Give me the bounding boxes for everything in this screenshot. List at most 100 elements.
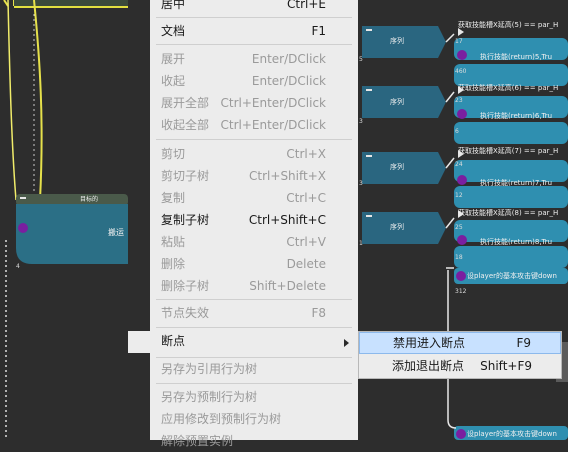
menu-item-cut-subtree[interactable]: 剪切子树 Ctrl+Shift+X — [150, 165, 358, 187]
top-node-fragment — [14, 0, 128, 7]
menu-item-label: 居中 — [161, 0, 186, 11]
context-menu: 居中 Ctrl+E 文档 F1 展开 Enter/DClick 收起 Enter… — [150, 0, 358, 448]
menu-item-label: 删除子树 — [161, 279, 210, 293]
menu-separator — [156, 139, 352, 140]
menu-item-expand[interactable]: 展开 Enter/DClick — [150, 48, 358, 70]
menu-item-label: 禁用进入断点 — [393, 336, 466, 350]
submenu-arrow-icon — [344, 339, 349, 347]
connector-line — [7, 0, 17, 201]
sequence-label: 序列 — [390, 37, 404, 45]
menu-item-save-as-prefab[interactable]: 另存为预制行为树 — [150, 386, 358, 408]
menu-item-collapse-all[interactable]: 收起全部 Ctrl+Enter/DClick — [150, 114, 358, 136]
left-node-num: 4 — [16, 263, 20, 270]
menu-item-collapse[interactable]: 收起 Enter/DClick — [150, 70, 358, 92]
condition-text: 获取技能槽X延高(8) == par_H — [458, 209, 559, 217]
menu-item-copy[interactable]: 复制 Ctrl+C — [150, 187, 358, 209]
menu-item-delete-subtree[interactable]: 删除子树 Shift+Delete — [150, 275, 358, 297]
menu-item-disable-node[interactable]: 节点失效 F8 — [150, 302, 358, 324]
menu-item-label: 剪切 — [161, 147, 186, 161]
menu-item-label: 解除预置实例 — [161, 434, 234, 448]
menu-item-expand-all[interactable]: 展开全部 Ctrl+Enter/DClick — [150, 92, 358, 114]
node-num: 460 — [455, 68, 467, 75]
menu-item-shortcut: Ctrl+Shift+C — [248, 213, 326, 227]
node-num: 25 — [455, 224, 463, 231]
sequence-label: 序列 — [390, 98, 404, 106]
menu-separator — [156, 299, 352, 300]
node-num: 24 — [455, 161, 463, 168]
menu-item-label: 另存为预制行为树 — [161, 390, 258, 404]
menu-item-shortcut: Ctrl+Enter/DClick — [220, 118, 327, 132]
node-num: 17 — [455, 38, 463, 45]
condition-text: 获取技能槽X延高(5) == par_H — [458, 21, 559, 29]
menu-separator — [156, 327, 352, 328]
menu-item-label: 另存为引用行为树 — [161, 362, 258, 376]
menu-item-label: 收起 — [161, 74, 186, 88]
node-num: 23 — [455, 97, 463, 104]
node-num: 6 — [455, 128, 459, 135]
left-node-header: 目标的 — [80, 196, 99, 203]
action-text: 执行技能(return)5,Tru — [480, 53, 553, 61]
condition-text: 获取技能槽X延高(6) == par_H — [458, 84, 559, 92]
menu-item-label: 复制子树 — [161, 213, 210, 227]
node-num: 18 — [455, 254, 463, 261]
node-num: 12 — [455, 192, 463, 199]
sequence-label: 序列 — [390, 163, 404, 171]
menu-item-label: 收起全部 — [161, 118, 210, 132]
menu-item-save-as-reference[interactable]: 另存为引用行为树 — [150, 358, 358, 380]
menu-item-shortcut: Ctrl+X — [286, 147, 326, 161]
left-node-text: 搬运 — [108, 228, 124, 237]
seq-num: 1 — [359, 240, 363, 247]
player-node-text: 设player的基本攻击键down — [467, 272, 557, 280]
menu-item-copy-subtree[interactable]: 复制子树 Ctrl+Shift+C — [150, 209, 358, 231]
menu-item-label: 复制 — [161, 191, 186, 205]
seq-num: 5 — [359, 56, 363, 63]
breakpoint-dot — [18, 223, 28, 233]
breakpoint-submenu: 禁用进入断点 F9 添加退出断点 Shift+F9 — [358, 331, 562, 379]
menu-item-shortcut: Enter/DClick — [251, 74, 326, 88]
menu-item-label: 文档 — [161, 24, 186, 38]
menu-item-apply-to-prefab[interactable]: 应用修改到预制行为树 — [150, 408, 358, 430]
menu-item-paste[interactable]: 粘贴 Ctrl+V — [150, 231, 358, 253]
menu-item-shortcut: F9 — [516, 336, 531, 350]
menu-item-delete[interactable]: 删除 Delete — [150, 253, 358, 275]
menu-item-label: 展开全部 — [161, 96, 210, 110]
connector-line — [3, 0, 15, 7]
menu-item-shortcut: Enter/DClick — [251, 52, 326, 66]
menu-item-shortcut: F8 — [311, 306, 326, 320]
menu-item-shortcut: F1 — [311, 24, 326, 38]
node-num: 312 — [455, 288, 467, 295]
menu-item-break-prefab[interactable]: 解除预置实例 — [150, 430, 358, 452]
menu-item-label: 断点 — [161, 334, 186, 348]
menu-separator — [156, 44, 352, 45]
menu-item-shortcut: Delete — [286, 257, 326, 271]
menu-item-docs[interactable]: 文档 F1 — [150, 20, 358, 42]
seq-num: 3 — [359, 180, 363, 187]
condition-text: 获取技能槽X延高(7) == par_H — [458, 147, 559, 155]
menu-item-label: 添加退出断点 — [392, 359, 465, 373]
player-node-text: 设player的基本攻击键down — [467, 430, 557, 438]
action-text: 执行技能(return)7,Tru — [480, 179, 553, 187]
submenu-item-disable-enter-breakpoint[interactable]: 禁用进入断点 F9 — [359, 332, 561, 354]
menu-item-shortcut: Shift+Delete — [249, 279, 326, 293]
menu-item-label: 应用修改到预制行为树 — [161, 412, 282, 426]
menu-item-shortcut: Shift+F9 — [480, 359, 532, 373]
menu-item-shortcut: Ctrl+C — [286, 191, 326, 205]
menu-item-center[interactable]: 居中 Ctrl+E — [150, 0, 358, 15]
action-text: 执行技能(return)6,Tru — [480, 112, 553, 120]
menu-item-shortcut: Ctrl+Shift+X — [249, 169, 326, 183]
connector-line — [33, 0, 43, 201]
menu-separator — [156, 17, 352, 18]
menu-item-label: 展开 — [161, 52, 186, 66]
menu-item-shortcut: Ctrl+E — [287, 0, 326, 11]
menu-separator — [156, 383, 352, 384]
menu-item-label: 粘贴 — [161, 235, 186, 249]
menu-item-breakpoint[interactable]: 断点 — [128, 331, 358, 353]
submenu-item-add-exit-breakpoint[interactable]: 添加退出断点 Shift+F9 — [359, 355, 561, 377]
menu-item-shortcut: Ctrl+Enter/DClick — [220, 96, 327, 110]
menu-item-label: 节点失效 — [161, 306, 210, 320]
seq-num: 3 — [359, 118, 363, 125]
sequence-label: 序列 — [390, 223, 404, 231]
menu-item-cut[interactable]: 剪切 Ctrl+X — [150, 143, 358, 165]
action-text: 执行技能(return)8,Tru — [480, 238, 553, 246]
menu-item-shortcut: Ctrl+V — [286, 235, 326, 249]
